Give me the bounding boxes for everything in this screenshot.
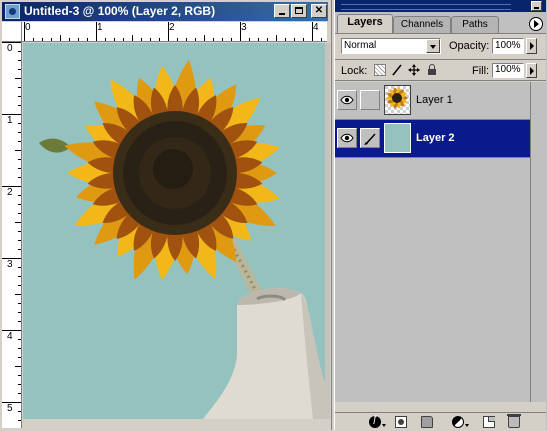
- ruler-v-label: 0: [7, 43, 13, 54]
- layer-thumbnail[interactable]: [384, 85, 411, 115]
- adjustment-menu-arrow-icon[interactable]: [465, 424, 469, 427]
- palette-minimize-button[interactable]: [531, 1, 542, 11]
- opacity-slider-arrow[interactable]: [526, 38, 537, 54]
- tab-paths[interactable]: Paths: [451, 16, 499, 33]
- chevron-down-icon[interactable]: [426, 39, 440, 53]
- layer-style-menu-arrow-icon[interactable]: [382, 424, 386, 427]
- vertical-scrollbar[interactable]: [325, 43, 330, 419]
- visibility-eye-icon[interactable]: [337, 128, 357, 148]
- palette-body: Normal Opacity: 100% Lock: Fill: 100% La…: [335, 33, 546, 431]
- trash-icon[interactable]: [507, 414, 521, 428]
- paintbrush-icon[interactable]: [360, 128, 380, 148]
- palette-tabs: Layers Channels Paths: [335, 13, 546, 33]
- layer-name[interactable]: Layer 2: [416, 132, 455, 144]
- fill-input[interactable]: 100%: [492, 63, 524, 78]
- ruler-origin[interactable]: [2, 22, 22, 42]
- maximize-icon: [295, 7, 303, 14]
- minimize-icon: [279, 13, 285, 15]
- ruler-v-label: 3: [7, 259, 13, 270]
- fill-slider-arrow[interactable]: [526, 63, 537, 78]
- close-icon: ✕: [314, 5, 324, 16]
- ruler-v-label: 4: [7, 331, 13, 342]
- link-cell[interactable]: [360, 90, 380, 110]
- image-canvas[interactable]: [23, 43, 325, 419]
- ruler-v-label: 5: [7, 403, 13, 414]
- layer-set-folder-icon[interactable]: [421, 416, 433, 428]
- tab-layers[interactable]: Layers: [337, 14, 393, 33]
- vertical-ruler[interactable]: 0 1 2 3 4 5: [2, 42, 22, 428]
- ruler-v-label: 2: [7, 187, 13, 198]
- ruler-h-label: 0: [25, 22, 31, 33]
- new-layer-icon[interactable]: [483, 416, 495, 428]
- tab-channels[interactable]: Channels: [393, 16, 451, 33]
- lock-label: Lock:: [341, 65, 368, 77]
- maximize-button[interactable]: [291, 4, 307, 18]
- ruler-h-label: 2: [169, 22, 175, 33]
- opacity-input[interactable]: 100%: [492, 38, 524, 54]
- ruler-h-label: 3: [241, 22, 247, 33]
- ruler-h-label: 1: [97, 22, 103, 33]
- opacity-label: Opacity:: [449, 40, 490, 52]
- layer-row-selected[interactable]: Layer 2: [335, 120, 530, 158]
- close-button[interactable]: ✕: [311, 4, 327, 18]
- minimize-button[interactable]: [274, 4, 290, 18]
- fill-label: Fill:: [472, 65, 490, 77]
- layers-scrollbar[interactable]: [530, 82, 546, 402]
- layer-thumbnail[interactable]: [384, 123, 411, 153]
- horizontal-ruler[interactable]: 0 1 2 3 4: [22, 22, 327, 42]
- palette-title-bar[interactable]: [335, 0, 546, 12]
- layer-mask-icon[interactable]: [395, 416, 407, 428]
- palette-bottom-toolbar: [335, 412, 546, 431]
- palette-menu-arrow-icon[interactable]: [529, 17, 543, 31]
- document-window: Untitled-3 @ 100% (Layer 2, RGB) ✕ 0 1 2…: [0, 0, 332, 430]
- visibility-eye-icon[interactable]: [337, 90, 357, 110]
- lock-position-move-icon[interactable]: [408, 64, 420, 76]
- palette-grip: [341, 4, 511, 10]
- lock-row: Lock: Fill: 100%: [335, 59, 546, 81]
- ruler-h-label: 4: [313, 22, 319, 33]
- adjustment-layer-icon[interactable]: [452, 416, 464, 428]
- layer-name[interactable]: Layer 1: [416, 94, 453, 106]
- layer-row[interactable]: Layer 1: [335, 82, 530, 120]
- photoshop-app-icon[interactable]: [5, 4, 20, 19]
- lock-paint-brush-icon[interactable]: [391, 64, 403, 76]
- layer-style-icon[interactable]: [369, 414, 381, 428]
- blend-mode-value: Normal: [344, 40, 377, 51]
- document-title: Untitled-3 @ 100% (Layer 2, RGB): [24, 4, 216, 18]
- ruler-v-label: 1: [7, 115, 13, 126]
- sunflower-vase-image: [23, 43, 325, 419]
- layers-list: Layer 1 Layer 2: [335, 82, 530, 402]
- blend-mode-select[interactable]: Normal: [341, 38, 441, 54]
- layers-palette: Layers Channels Paths Normal Opacity: 10…: [334, 0, 547, 431]
- lock-transparency-icon[interactable]: [374, 64, 386, 76]
- document-title-bar[interactable]: Untitled-3 @ 100% (Layer 2, RGB) ✕: [2, 2, 328, 21]
- horizontal-scrollbar[interactable]: [22, 420, 327, 428]
- lock-all-padlock-icon[interactable]: [426, 64, 438, 76]
